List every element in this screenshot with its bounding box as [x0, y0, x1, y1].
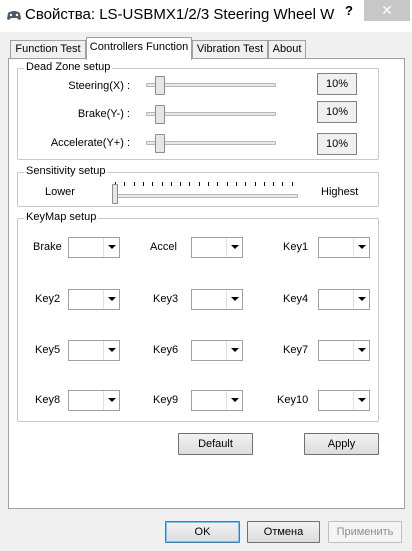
chevron-down-icon[interactable]: [353, 290, 369, 309]
chevron-down-icon[interactable]: [103, 341, 119, 360]
keymap-label-key2: Key2: [35, 293, 61, 305]
sensitivity-tick: [189, 182, 191, 186]
brake-slider-thumb[interactable]: [155, 105, 165, 124]
sensitivity-tick: [198, 182, 200, 186]
apply-dialog-button[interactable]: Применить: [328, 521, 402, 543]
sensitivity-tick: [180, 182, 182, 186]
key10-combo[interactable]: [318, 390, 370, 411]
tab-controllers-function[interactable]: Controllers Function: [86, 37, 192, 60]
chevron-down-icon[interactable]: [226, 341, 242, 360]
sensitivity-tick: [291, 182, 293, 186]
sensitivity-tick: [217, 182, 219, 186]
key6-combo[interactable]: [191, 340, 243, 361]
keymap-title: KeyMap setup: [24, 211, 99, 223]
sensitivity-tick: [254, 182, 256, 186]
close-icon: ✕: [381, 2, 393, 18]
window-title: Свойства: LS-USBMX1/2/3 Steering Wheel W…: [25, 6, 335, 23]
cancel-button[interactable]: Отмена: [247, 521, 320, 543]
key7-combo[interactable]: [318, 340, 370, 361]
sensitivity-tick: [273, 182, 275, 186]
brake-track: [146, 112, 276, 116]
chevron-down-icon[interactable]: [353, 341, 369, 360]
keymap-label-key5: Key5: [35, 344, 61, 356]
sensitivity-tick: [124, 182, 126, 186]
chevron-down-icon[interactable]: [353, 391, 369, 410]
sensitivity-lower-label: Lower: [45, 186, 75, 198]
key8-combo[interactable]: [68, 390, 120, 411]
sensitivity-tick: [282, 182, 284, 186]
steering-slider-thumb[interactable]: [155, 76, 165, 95]
default-button[interactable]: Default: [178, 433, 253, 455]
properties-dialog: Свойства: LS-USBMX1/2/3 Steering Wheel W…: [0, 0, 412, 551]
dead-zone-title: Dead Zone setup: [24, 61, 113, 73]
sensitivity-tick: [142, 182, 144, 186]
chevron-down-icon[interactable]: [103, 290, 119, 309]
steering-value: 10%: [317, 73, 357, 95]
brake-label: Brake(Y-) :: [77, 108, 130, 120]
keymap-label-brake: Brake: [33, 241, 62, 253]
sensitivity-slider-thumb[interactable]: [112, 184, 118, 204]
sensitivity-tick: [208, 182, 209, 186]
tab-vibration-test[interactable]: Vibration Test: [192, 40, 268, 59]
key5-combo[interactable]: [68, 340, 120, 361]
chevron-down-icon[interactable]: [353, 238, 369, 257]
accelerate-slider-thumb[interactable]: [155, 134, 165, 153]
accelerate-label: Accelerate(Y+) :: [50, 137, 130, 149]
brake-combo[interactable]: [68, 237, 120, 258]
chevron-down-icon[interactable]: [226, 290, 242, 309]
keymap-label-key3: Key3: [153, 293, 179, 305]
accelerate-track: [146, 141, 276, 145]
ok-button[interactable]: OK: [165, 521, 240, 543]
gamepad-icon: [6, 8, 22, 22]
close-button[interactable]: ✕: [364, 0, 410, 21]
sensitivity-tick: [263, 182, 265, 186]
keymap-label-key10: Key10: [277, 394, 309, 406]
key9-combo[interactable]: [191, 390, 243, 411]
keymap-label-key6: Key6: [153, 344, 179, 356]
key1-combo[interactable]: [318, 237, 370, 258]
accelerate-value: 10%: [317, 133, 357, 155]
tab-function-test[interactable]: Function Test: [10, 40, 86, 59]
steering-label: Steering(X) :: [68, 80, 130, 92]
chevron-down-icon[interactable]: [103, 238, 119, 257]
sensitivity-tick: [226, 182, 228, 186]
keymap-label-key8: Key8: [35, 394, 61, 406]
keymap-label-accel: Accel: [150, 241, 177, 253]
key2-combo[interactable]: [68, 289, 120, 310]
sensitivity-tick: [133, 182, 135, 186]
keymap-label-key4: Key4: [283, 293, 309, 305]
brake-value: 10%: [317, 101, 357, 123]
accel-combo[interactable]: [191, 237, 243, 258]
keymap-label-key9: Key9: [153, 394, 179, 406]
key4-combo[interactable]: [318, 289, 370, 310]
steering-track: [146, 83, 276, 87]
sensitivity-tick: [152, 182, 154, 186]
chevron-down-icon[interactable]: [226, 238, 242, 257]
keymap-label-key1: Key1: [283, 241, 309, 253]
sensitivity-title: Sensitivity setup: [24, 165, 108, 177]
sensitivity-track: [116, 194, 298, 198]
sensitivity-tick: [235, 182, 237, 186]
sensitivity-tick: [161, 182, 163, 186]
sensitivity-tick: [170, 182, 172, 186]
apply-panel-button[interactable]: Apply: [304, 433, 379, 455]
help-button[interactable]: ?: [336, 0, 362, 24]
sensitivity-highest-label: Highest: [321, 186, 359, 198]
keymap-label-key7: Key7: [283, 344, 309, 356]
chevron-down-icon[interactable]: [103, 391, 119, 410]
sensitivity-tick: [245, 182, 247, 186]
key3-combo[interactable]: [191, 289, 243, 310]
tab-about[interactable]: About: [268, 40, 306, 59]
chevron-down-icon[interactable]: [226, 391, 242, 410]
title-bar[interactable]: Свойства: LS-USBMX1/2/3 Steering Wheel W…: [0, 0, 412, 32]
